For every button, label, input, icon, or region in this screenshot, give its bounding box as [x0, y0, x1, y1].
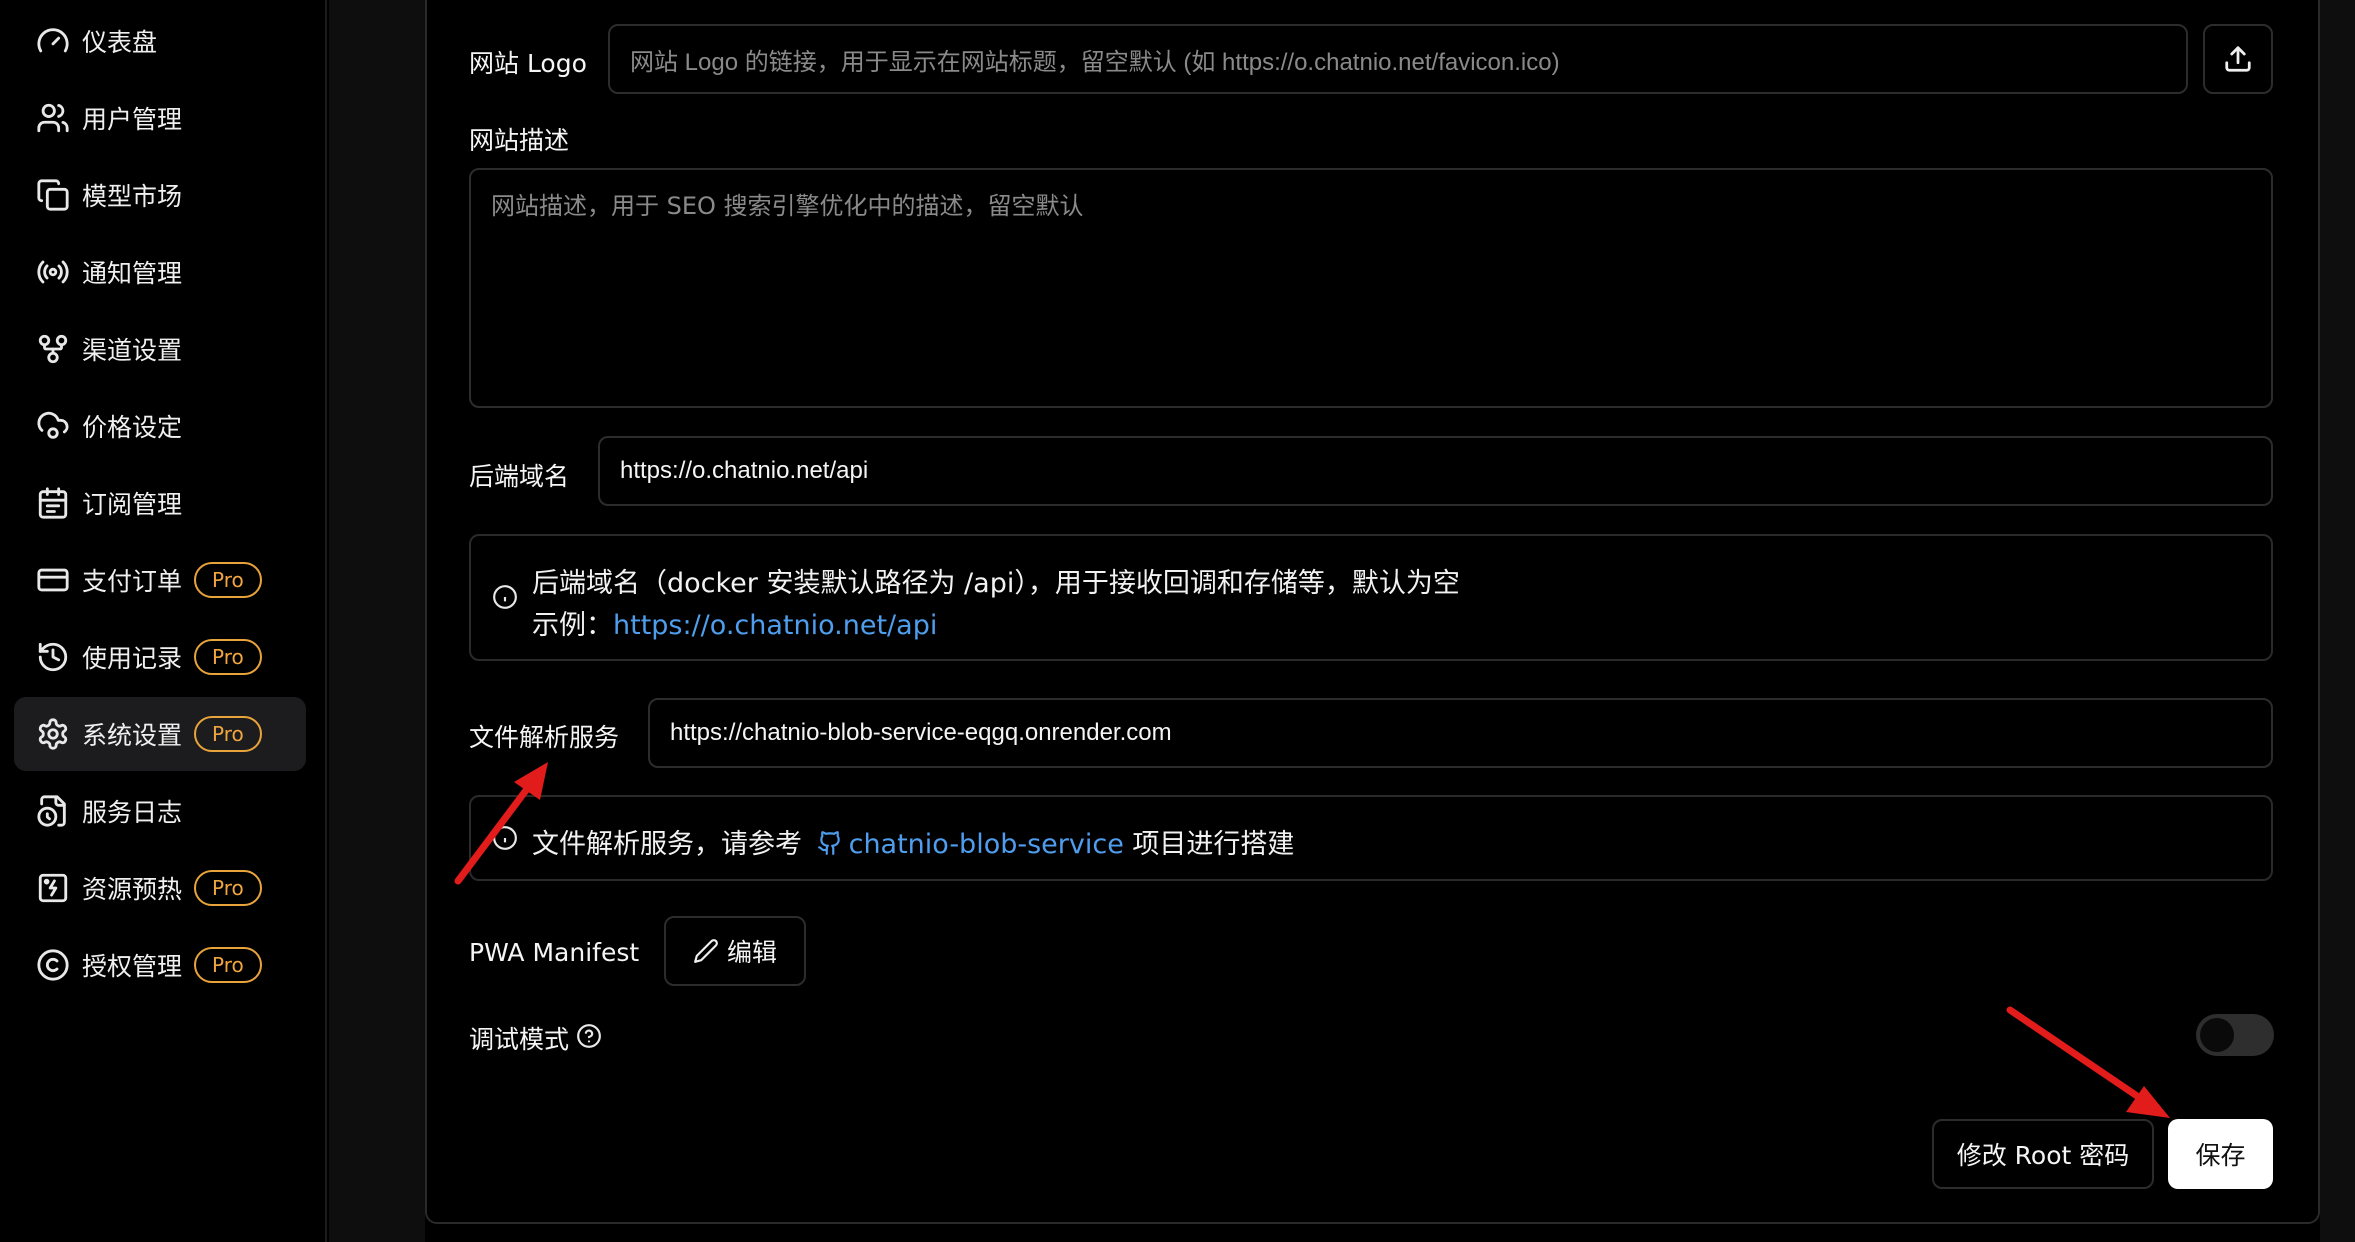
backend-example-link[interactable]: https://o.chatnio.net/api — [613, 610, 937, 641]
sidebar-item-label: 模型市场 — [82, 182, 183, 211]
content-gutter — [329, 0, 425, 1242]
info-icon — [492, 825, 518, 851]
sidebar-item-usage[interactable]: 使用记录 Pro — [14, 620, 306, 694]
sidebar-item-label: 系统设置 — [82, 721, 183, 750]
sidebar-item-channels[interactable]: 渠道设置 — [14, 312, 306, 386]
github-icon — [817, 830, 843, 856]
radio-icon — [36, 255, 70, 289]
image-zap-icon — [36, 871, 70, 905]
backend-info-line1: 后端域名（docker 安装默认路径为 /api），用于接收回调和存储等，默认为… — [532, 568, 1460, 599]
copy-icon — [36, 178, 70, 212]
sidebar-item-label: 仪表盘 — [82, 28, 158, 57]
description-label: 网站描述 — [469, 126, 570, 155]
cloud-cog-icon — [36, 409, 70, 443]
file-info-text: 文件解析服务，请参考 chatnio-blob-service 项目进行搭建 — [532, 822, 1294, 861]
pencil-icon — [693, 938, 719, 964]
file-service-input[interactable]: https://chatnio-blob-service-eqgq.onrend… — [648, 698, 2273, 768]
scroll-gutter — [2320, 0, 2355, 1242]
pwa-edit-button[interactable]: 编辑 — [664, 916, 806, 986]
sidebar-item-payments[interactable]: 支付订单 Pro — [14, 543, 306, 617]
logo-label: 网站 Logo — [469, 49, 587, 78]
change-root-password-button[interactable]: 修改 Root 密码 — [1932, 1119, 2154, 1189]
sidebar-item-label: 渠道设置 — [82, 336, 183, 365]
pro-badge: Pro — [194, 870, 262, 906]
gauge-icon — [36, 24, 70, 58]
file-service-label: 文件解析服务 — [469, 723, 620, 752]
backend-domain-label: 后端域名 — [469, 462, 570, 491]
debug-label: 调试模式 — [469, 1025, 570, 1054]
debug-mode-toggle[interactable] — [2196, 1014, 2274, 1056]
info-icon — [492, 584, 518, 610]
sidebar-item-service-logs[interactable]: 服务日志 — [14, 774, 306, 848]
sidebar-item-label: 授权管理 — [82, 952, 183, 981]
sidebar-item-label: 通知管理 — [82, 259, 183, 288]
sidebar-item-label: 订阅管理 — [82, 490, 183, 519]
calendar-icon — [36, 486, 70, 520]
credit-card-icon — [36, 563, 70, 597]
backend-domain-input[interactable]: https://o.chatnio.net/api — [598, 436, 2273, 506]
sidebar-item-label: 资源预热 — [82, 875, 183, 904]
sidebar-item-label: 价格设定 — [82, 413, 183, 442]
sidebar-item-models[interactable]: 模型市场 — [14, 158, 306, 232]
blob-service-link[interactable]: chatnio-blob-service — [849, 829, 1124, 860]
pwa-edit-label: 编辑 — [726, 938, 777, 967]
pro-badge: Pro — [194, 562, 262, 598]
pro-badge: Pro — [194, 716, 262, 752]
save-button[interactable]: 保存 — [2168, 1119, 2273, 1189]
git-fork-icon — [36, 332, 70, 366]
sidebar-item-subscriptions[interactable]: 订阅管理 — [14, 466, 306, 540]
file-info-prefix: 文件解析服务，请参考 — [532, 829, 802, 860]
sidebar-item-notifications[interactable]: 通知管理 — [14, 235, 306, 309]
sidebar-item-label: 服务日志 — [82, 798, 183, 827]
sidebar-item-license[interactable]: 授权管理 Pro — [14, 928, 306, 1002]
sidebar-item-system-settings[interactable]: 系统设置 Pro — [14, 697, 306, 771]
toggle-knob — [2200, 1018, 2234, 1052]
backend-info-prefix: 示例： — [532, 610, 613, 641]
sidebar-item-label: 支付订单 — [82, 567, 183, 596]
copyright-icon — [36, 948, 70, 982]
logo-url-input[interactable]: 网站 Logo 的链接，用于显示在网站标题，留空默认 (如 https://o.… — [608, 24, 2188, 94]
file-clock-icon — [36, 794, 70, 828]
help-circle-icon[interactable] — [576, 1023, 602, 1049]
sidebar-item-resource-preheat[interactable]: 资源预热 Pro — [14, 851, 306, 925]
pro-badge: Pro — [194, 639, 262, 675]
sidebar-item-users[interactable]: 用户管理 — [14, 81, 306, 155]
description-textarea[interactable]: 网站描述，用于 SEO 搜索引擎优化中的描述，留空默认 — [469, 168, 2273, 408]
history-icon — [36, 640, 70, 674]
settings-icon — [36, 717, 70, 751]
backend-info-line2: 示例：https://o.chatnio.net/api — [532, 603, 937, 642]
pwa-label: PWA Manifest — [469, 938, 640, 967]
upload-button[interactable] — [2203, 24, 2273, 94]
file-info-suffix: 项目进行搭建 — [1132, 829, 1295, 860]
sidebar-item-label: 使用记录 — [82, 644, 183, 673]
users-icon — [36, 101, 70, 135]
sidebar-item-pricing[interactable]: 价格设定 — [14, 389, 306, 463]
pro-badge: Pro — [194, 947, 262, 983]
sidebar: 仪表盘 用户管理 模型市场 通知管理 渠道设置 价格设定 订阅管理 支付订单 P… — [0, 0, 327, 1242]
sidebar-item-label: 用户管理 — [82, 105, 183, 134]
upload-icon — [2225, 46, 2251, 72]
sidebar-item-dashboard[interactable]: 仪表盘 — [14, 4, 306, 78]
